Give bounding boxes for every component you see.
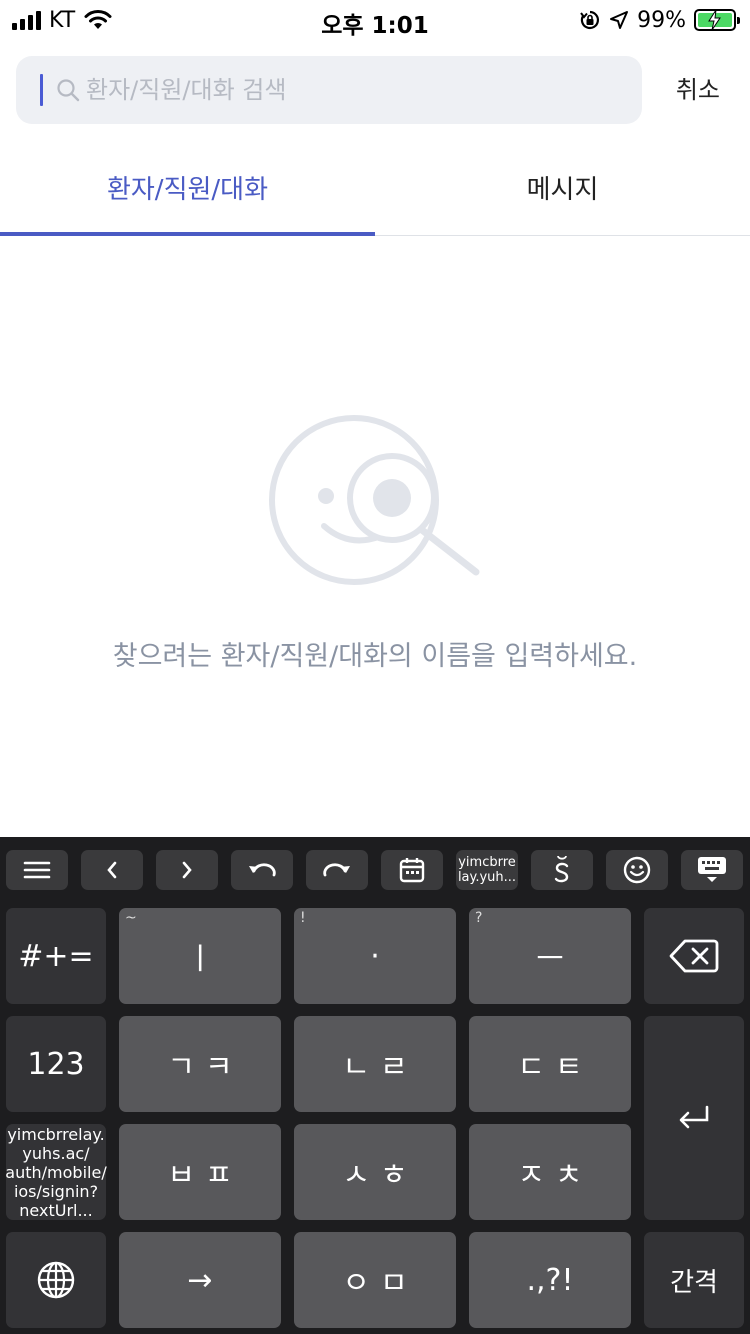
- url-line: ios/signin?: [13, 1181, 99, 1201]
- key-label: ㅂㅍ: [167, 1158, 243, 1193]
- key-jieut-chieut[interactable]: ㅈㅊ: [469, 1124, 631, 1220]
- key-label: ㅣ: [186, 942, 214, 977]
- battery-percent: 99%: [637, 7, 686, 33]
- symbols-key[interactable]: #+=: [6, 908, 106, 1004]
- url-suggestion-line-2: lay.yuh...: [457, 870, 517, 885]
- key-label: ·: [370, 938, 380, 974]
- symbols-key-label: #+=: [18, 938, 94, 974]
- text-cursor: [40, 74, 43, 106]
- url-line: auth/mobile/: [5, 1162, 107, 1182]
- redo-icon[interactable]: [306, 850, 368, 890]
- emoji-icon[interactable]: [606, 850, 668, 890]
- key-label: ㅈㅊ: [517, 1158, 593, 1193]
- keyboard-toolbar: yimcbrre lay.yuh...: [0, 837, 750, 899]
- globe-icon: [37, 1261, 75, 1299]
- numbers-key-label: 123: [27, 1046, 85, 1082]
- space-key-label: 간격: [670, 1267, 718, 1298]
- search-face-illustration-icon: [269, 415, 480, 585]
- key-siot-hieut[interactable]: ㅅㅎ: [294, 1124, 456, 1220]
- url-suggestion-line-1: yimcbrre: [458, 855, 516, 870]
- tab-patients-staff-chats[interactable]: 환자/직원/대화: [0, 140, 375, 236]
- cursor-right-icon[interactable]: [156, 850, 218, 890]
- orientation-lock-icon: [580, 10, 600, 30]
- space-key[interactable]: 간격: [644, 1232, 744, 1328]
- key-hint: ?: [475, 910, 483, 926]
- cancel-button[interactable]: 취소: [676, 70, 720, 105]
- backspace-key[interactable]: [644, 908, 744, 1004]
- undo-icon[interactable]: [231, 850, 293, 890]
- key-vowel-eu[interactable]: ? ㅡ: [469, 908, 631, 1004]
- url-line: nextUrl...: [19, 1200, 93, 1220]
- key-label: ㄴㄹ: [342, 1050, 418, 1085]
- url-suggestion-button[interactable]: yimcbrre lay.yuh...: [456, 850, 518, 890]
- menu-icon[interactable]: [6, 850, 68, 890]
- key-digeut-tieut[interactable]: ㄷㅌ: [469, 1016, 631, 1112]
- keyboard: yimcbrre lay.yuh... #+= ~ ㅣ ! · ? ㅡ 123 ㄱ…: [0, 837, 750, 1334]
- url-suggestion-key[interactable]: yimcbrrelay. yuhs.ac/ auth/mobile/ ios/s…: [5, 1124, 107, 1220]
- globe-key[interactable]: [6, 1232, 106, 1328]
- key-label: ㅅㅎ: [342, 1158, 418, 1193]
- key-arrow-right[interactable]: →: [119, 1232, 281, 1328]
- key-vowel-dot[interactable]: ! ·: [294, 908, 456, 1004]
- key-nieun-rieul[interactable]: ㄴㄹ: [294, 1016, 456, 1112]
- search-icon: [57, 79, 80, 102]
- key-label: ㅇㅁ: [342, 1266, 418, 1301]
- key-label: →: [187, 1262, 213, 1298]
- key-bieup-pieup[interactable]: ㅂㅍ: [119, 1124, 281, 1220]
- tab-bar: 환자/직원/대화 메시지: [0, 140, 750, 236]
- key-label: ㄷㅌ: [517, 1050, 593, 1085]
- url-line: yuhs.ac/: [22, 1143, 90, 1163]
- url-line: yimcbrrelay.: [7, 1124, 105, 1144]
- key-hint: !: [300, 910, 306, 926]
- key-hint: ~: [125, 910, 137, 926]
- text-format-icon[interactable]: [531, 850, 593, 890]
- location-arrow-icon: [610, 11, 629, 29]
- calendar-icon[interactable]: [381, 850, 443, 890]
- empty-state-message: 찾으려는 환자/직원/대화의 이름을 입력하세요.: [112, 641, 638, 672]
- keyboard-dismiss-icon[interactable]: [681, 850, 743, 890]
- backspace-icon: [669, 939, 719, 973]
- key-vowel-i[interactable]: ~ ㅣ: [119, 908, 281, 1004]
- numbers-key[interactable]: 123: [6, 1016, 106, 1112]
- key-label: ㄱㅋ: [167, 1050, 243, 1085]
- search-box[interactable]: [16, 56, 642, 124]
- key-label: .,?!: [526, 1262, 574, 1298]
- status-bar: KT 오후 1:01 99%: [0, 0, 750, 40]
- key-giyeok-kieuk[interactable]: ㄱㅋ: [119, 1016, 281, 1112]
- cursor-left-icon[interactable]: [81, 850, 143, 890]
- key-punctuation[interactable]: .,?!: [469, 1232, 631, 1328]
- return-key[interactable]: [644, 1016, 744, 1220]
- key-ieung-mieum[interactable]: ㅇㅁ: [294, 1232, 456, 1328]
- battery-charging-icon: [694, 9, 740, 31]
- return-icon: [679, 1105, 709, 1129]
- key-label: ㅡ: [536, 942, 564, 977]
- tab-messages[interactable]: 메시지: [375, 140, 750, 235]
- search-input[interactable]: [86, 70, 626, 110]
